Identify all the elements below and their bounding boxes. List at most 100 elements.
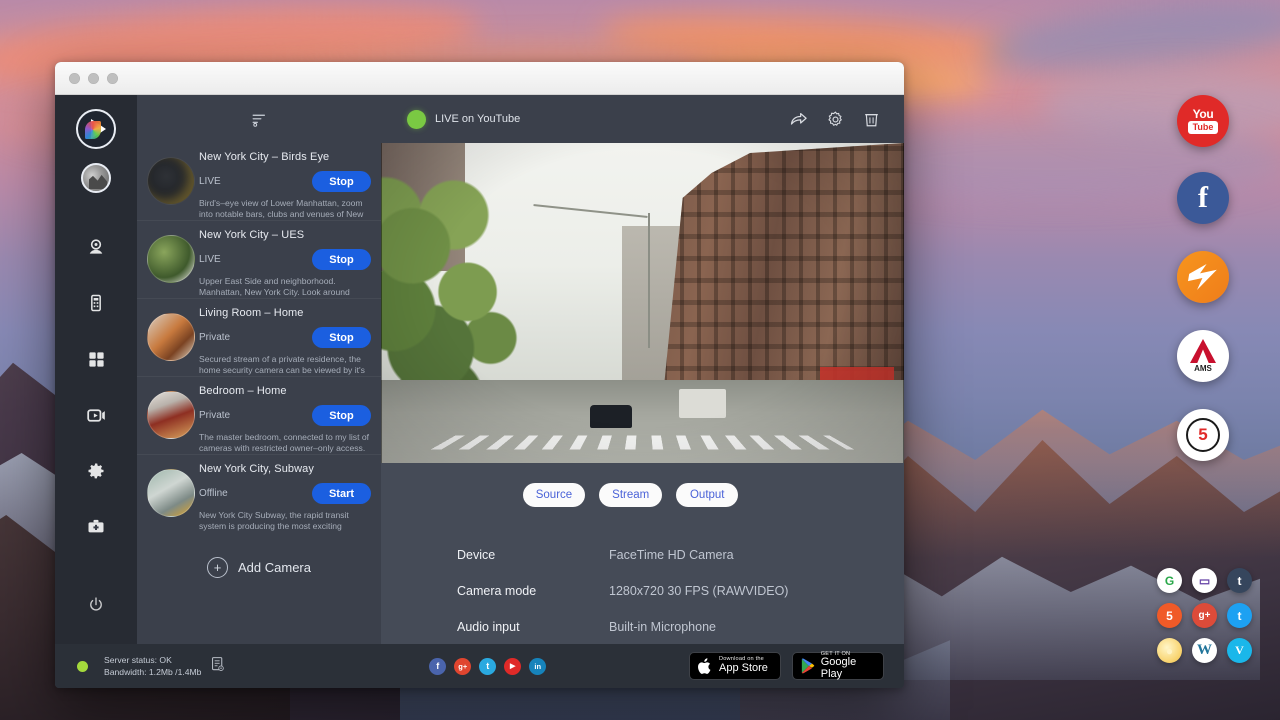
share-arrow-icon [788,109,810,129]
first-aid-kit-icon [86,517,106,537]
info-tabs: Source Stream Output [381,483,904,507]
camera-title: Bedroom – Home [199,385,371,397]
youtube-icon[interactable]: ▶ [504,658,521,675]
five-label: 5 [1198,425,1207,445]
camera-card[interactable]: Bedroom – Home Private Stop The master b… [137,377,381,455]
linkedin-icon[interactable]: in [529,658,546,675]
camera-status-row: LIVE Stop [199,171,371,192]
info-row: Audio input Built-in Microphone [457,609,904,645]
server-status: Server status: OK [104,654,201,666]
app-store-bottom: App Store [719,663,768,675]
facebook-icon[interactable]: f [429,658,446,675]
tumblr-icon[interactable]: t [1227,568,1252,593]
sort-filter-icon[interactable] [251,111,268,128]
camera-action-button[interactable]: Stop [312,327,371,348]
glow-icon[interactable]: ● [1157,638,1182,663]
share-button[interactable] [786,106,812,132]
add-camera-button[interactable]: + Add Camera [137,533,381,578]
google-play-badge[interactable]: GET IT ON Google Play [792,652,884,680]
live-indicator-dot [407,110,426,129]
rail-item-apps[interactable] [79,342,113,376]
five-icon[interactable]: 5 [1157,603,1182,628]
rail-item-devices[interactable] [79,286,113,320]
rail-item-broadcast[interactable] [79,398,113,432]
camera-thumbnail [147,469,195,517]
app-store-badge[interactable]: Download on the App Store [689,652,781,680]
camera-status-row: Offline Start [199,483,371,504]
target-crosshair-icon: 5 [1186,418,1220,452]
sidebar-rail [55,95,137,644]
user-avatar[interactable] [81,163,111,193]
mobile-device-icon [86,293,106,313]
groups-icon[interactable]: G [1157,568,1182,593]
gear-icon [826,110,845,129]
ams-label: AMS [1194,364,1212,373]
rail-item-power[interactable] [79,588,113,622]
live-label: LIVE on YouTube [435,113,520,125]
facebook-service-icon[interactable]: f [1177,172,1229,224]
camera-action-button[interactable]: Stop [312,405,371,426]
google-plus-icon[interactable]: g+ [454,658,471,675]
camera-card[interactable]: New York City, Subway Offline Start New … [137,455,381,533]
close-button[interactable] [69,73,80,84]
camera-status-row: Private Stop [199,327,371,348]
vimeo-icon[interactable]: V [1227,638,1252,663]
wordpress-icon[interactable]: W [1192,638,1217,663]
camera-card[interactable]: New York City – UES LIVE Stop Upper East… [137,221,381,299]
plus-circle-icon: + [207,557,228,578]
minimize-button[interactable] [88,73,99,84]
camera-description: Upper East Side and neighborhood. Manhat… [199,276,371,299]
gear-icon [86,461,106,481]
document-info-icon [209,655,226,673]
app-window: New York City – Birds Eye LIVE Stop Bird… [55,62,904,688]
delete-button[interactable] [858,106,884,132]
channel-five-service-icon[interactable]: 5 [1177,409,1229,461]
google-plus-icon[interactable]: g+ [1192,603,1217,628]
camera-action-button[interactable]: Stop [312,171,371,192]
camera-card[interactable]: Living Room – Home Private Stop Secured … [137,299,381,377]
youtube-tube-label: Tube [1188,121,1219,133]
youtube-service-icon[interactable]: You Tube [1177,95,1229,147]
rail-item-settings[interactable] [79,454,113,488]
app-logo[interactable] [76,109,116,149]
twitter-icon[interactable]: t [1227,603,1252,628]
camera-thumbnail [147,235,195,283]
camera-action-button[interactable]: Stop [312,249,371,270]
camera-state: Private [199,410,230,421]
trash-icon [862,109,881,129]
info-value: FaceTime HD Camera [609,548,734,562]
tab-source[interactable]: Source [523,483,585,507]
camera-status-row: LIVE Stop [199,249,371,270]
camera-description: New York City Subway, the rapid transit … [199,510,371,533]
tab-output[interactable]: Output [676,483,738,507]
twitter-icon[interactable]: t [479,658,496,675]
camera-title: New York City – UES [199,229,371,241]
tab-stream[interactable]: Stream [599,483,662,507]
info-pane: Source Stream Output Device FaceTime HD … [381,463,904,644]
camera-action-button[interactable]: Start [312,483,371,504]
camera-card[interactable]: New York City – Birds Eye LIVE Stop Bird… [137,143,381,221]
facebook-f-label: f [1198,181,1208,215]
stage-topbar: LIVE on YouTube [381,95,904,143]
info-key: Camera mode [457,584,609,598]
rail-item-support[interactable] [79,510,113,544]
power-icon [87,596,105,614]
maximize-button[interactable] [107,73,118,84]
info-value: Built-in Microphone [609,620,716,634]
adobe-ams-service-icon[interactable]: AMS [1177,330,1229,382]
video-preview[interactable] [381,143,904,463]
camera-status-row: Private Stop [199,405,371,426]
adobe-a-icon [1190,339,1216,363]
rail-item-cameras[interactable] [79,230,113,264]
twitch-icon[interactable]: ▭ [1192,568,1217,593]
social-links: f g+ t ▶ in [369,658,546,675]
lightning-bolt-icon [1188,264,1218,290]
camera-title: New York City, Subway [199,463,371,475]
camera-description: Secured stream of a private residence, t… [199,354,371,377]
store-badges: Download on the App Store GET IT ON Goog… [689,652,884,680]
live-status: LIVE on YouTube [407,110,520,129]
preview-vignette [381,143,904,463]
settings-button[interactable] [822,106,848,132]
youtube-you-label: You [1193,108,1214,120]
wowza-service-icon[interactable] [1177,251,1229,303]
